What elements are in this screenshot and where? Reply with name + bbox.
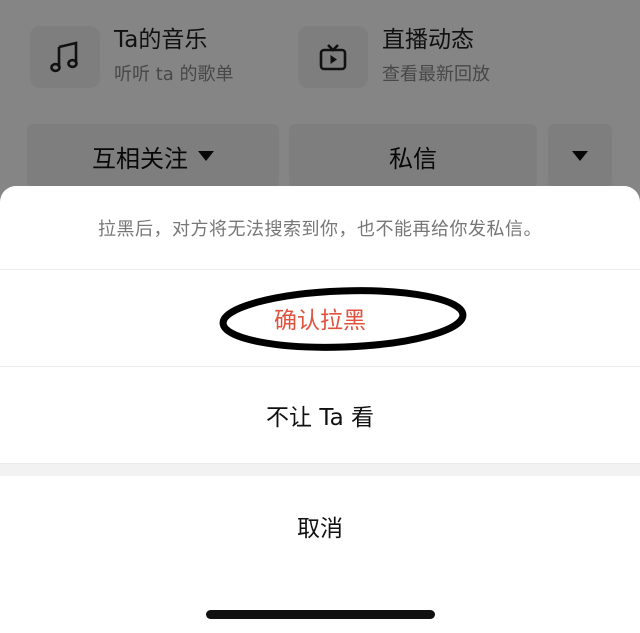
block-action-sheet: 拉黑后，对方将无法搜索到你，也不能再给你发私信。 确认拉黑 不让 Ta 看 取消: [0, 186, 640, 633]
sheet-divider: [0, 464, 640, 476]
block-notice-text: 拉黑后，对方将无法搜索到你，也不能再给你发私信。: [0, 186, 640, 270]
hide-from-label: 不让 Ta 看: [266, 405, 374, 431]
cancel-label: 取消: [297, 516, 343, 542]
confirm-block-label: 确认拉黑: [274, 308, 366, 334]
home-indicator[interactable]: [206, 610, 435, 619]
cancel-button[interactable]: 取消: [0, 476, 640, 576]
confirm-block-button[interactable]: 确认拉黑: [0, 270, 640, 367]
hide-from-button[interactable]: 不让 Ta 看: [0, 367, 640, 464]
